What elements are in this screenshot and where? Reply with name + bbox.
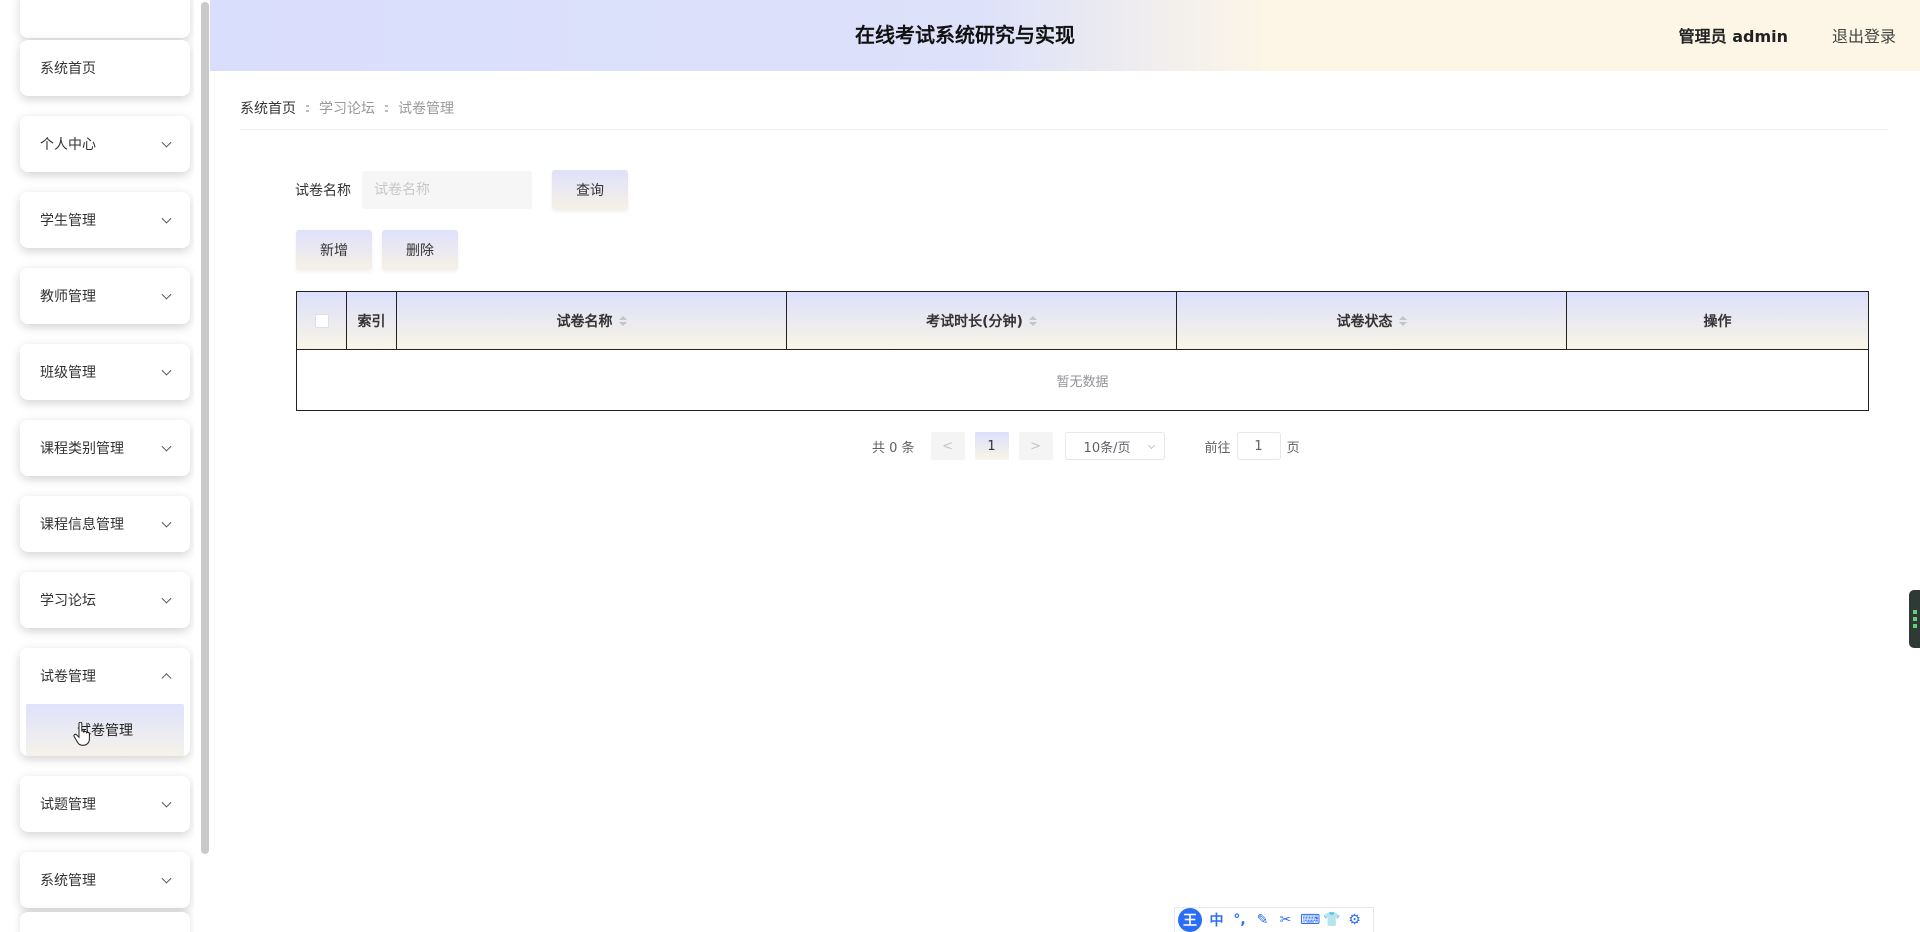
goto-suffix: 页 xyxy=(1286,440,1300,456)
sidebar-menu: 系统首页 个人中心 学生管理 教师管理 班级管理 课程类别管理 课程信息管理 学… xyxy=(0,0,194,932)
column-header-label: 考试时长(分钟) xyxy=(926,313,1023,330)
search-button[interactable]: 查询 xyxy=(552,170,628,210)
pen-icon[interactable]: ✎ xyxy=(1254,912,1271,928)
sort-icon[interactable] xyxy=(618,315,627,326)
select-all-checkbox[interactable] xyxy=(314,313,329,328)
page-size-value: 10条/页 xyxy=(1083,440,1131,456)
chevron-down-icon xyxy=(161,213,172,224)
column-header-status[interactable]: 试卷状态 xyxy=(1177,292,1567,349)
logout-link[interactable]: 退出登录 xyxy=(1832,0,1896,71)
sort-icon[interactable] xyxy=(1398,315,1407,326)
papers-table: 索引 试卷名称 考试时长(分钟) 试卷状态 操作 暂无数据 xyxy=(296,291,1869,411)
chevron-up-icon xyxy=(161,673,172,684)
current-user: 管理员 admin xyxy=(1678,27,1788,46)
select-all-header xyxy=(297,292,347,349)
keyboard-icon[interactable]: ⌨ xyxy=(1300,912,1320,928)
chevron-down-icon xyxy=(161,593,172,604)
chevron-down-icon xyxy=(161,365,172,376)
hand-cursor-icon xyxy=(73,722,90,746)
ime-mode-toggle[interactable]: 中 xyxy=(1208,910,1225,930)
sidebar-item-teachers[interactable]: 教师管理 xyxy=(20,268,190,324)
sidebar-item-label: 课程类别管理 xyxy=(40,441,124,457)
sidebar-item-system[interactable]: 系统管理 xyxy=(20,852,190,908)
sidebar-item-label: 学习论坛 xyxy=(40,593,96,609)
sidebar-item-forum[interactable]: 学习论坛 xyxy=(20,572,190,628)
gear-icon[interactable]: ⚙ xyxy=(1346,912,1363,928)
sidebar-item-label: 教师管理 xyxy=(40,289,96,305)
prev-page-button[interactable]: < xyxy=(930,432,965,460)
breadcrumb-forum[interactable]: 学习论坛 xyxy=(319,98,375,118)
sidebar-item-label: 系统首页 xyxy=(40,61,96,77)
next-page-button[interactable]: > xyxy=(1018,432,1053,460)
empty-text: 暂无数据 xyxy=(1056,374,1109,390)
table-empty-state: 暂无数据 xyxy=(297,350,1868,410)
sidebar-item-course-info[interactable]: 课程信息管理 xyxy=(20,496,190,552)
add-button[interactable]: 新增 xyxy=(296,230,372,270)
column-header-actions: 操作 xyxy=(1567,292,1868,349)
sidebar-item-label: 学生管理 xyxy=(40,213,96,229)
sidebar-item-label: 试卷管理 xyxy=(40,669,96,685)
shirt-icon[interactable]: 👕 xyxy=(1323,912,1340,928)
pagination-total: 共 0 条 xyxy=(872,440,915,456)
column-header-paper-name[interactable]: 试卷名称 xyxy=(397,292,787,349)
goto-page-input[interactable] xyxy=(1236,432,1281,460)
sidebar-item-label: 个人中心 xyxy=(40,137,96,153)
table-header: 索引 试卷名称 考试时长(分钟) 试卷状态 操作 xyxy=(297,292,1868,350)
chevron-down-icon xyxy=(1147,441,1155,450)
column-header-index: 索引 xyxy=(347,292,397,349)
scissors-icon[interactable]: ✂ xyxy=(1277,912,1294,928)
punctuation-icon[interactable]: °, xyxy=(1231,912,1248,928)
sidebar-item-papers[interactable]: 试卷管理 试卷管理 xyxy=(20,648,190,756)
ime-toolbar: 王 中 °, ✎ ✂ ⌨ 👕 ⚙ xyxy=(1174,907,1374,932)
sidebar-item-questions[interactable]: 试题管理 xyxy=(20,776,190,832)
breadcrumb-divider xyxy=(240,129,1888,130)
sidebar-scrollbar[interactable] xyxy=(201,2,209,854)
chevron-down-icon xyxy=(161,137,172,148)
breadcrumb-home[interactable]: 系统首页 xyxy=(240,98,296,118)
breadcrumb-separator-icon xyxy=(306,104,309,112)
header: 在线考试系统研究与实现 管理员 admin 退出登录 xyxy=(210,0,1920,71)
chevron-down-icon xyxy=(161,441,172,452)
sidebar-item-label: 系统管理 xyxy=(40,873,96,889)
chevron-down-icon xyxy=(161,517,172,528)
sidebar-item-classes[interactable]: 班级管理 xyxy=(20,344,190,400)
column-header-duration[interactable]: 考试时长(分钟) xyxy=(787,292,1177,349)
sidebar-item-label: 课程信息管理 xyxy=(40,517,124,533)
page-title: 在线考试系统研究与实现 xyxy=(855,23,1075,47)
sidebar-item-students[interactable]: 学生管理 xyxy=(20,192,190,248)
sidebar-item-home[interactable]: 系统首页 xyxy=(20,40,190,96)
sidebar-item-label: 班级管理 xyxy=(40,365,96,381)
sidebar-item-personal-center[interactable]: 个人中心 xyxy=(20,116,190,172)
ime-logo-icon[interactable]: 王 xyxy=(1178,908,1202,932)
search-label: 试卷名称 xyxy=(295,183,351,199)
goto-label: 前往 xyxy=(1204,440,1231,456)
sidebar: 系统首页 个人中心 学生管理 教师管理 班级管理 课程类别管理 课程信息管理 学… xyxy=(0,0,210,932)
pagination: 共 0 条 < 1 > 10条/页 前往 页 xyxy=(872,432,1300,460)
breadcrumb-separator-icon xyxy=(385,104,388,112)
sort-icon[interactable] xyxy=(1028,315,1037,326)
column-header-label: 索引 xyxy=(357,313,386,330)
chevron-down-icon xyxy=(161,873,172,884)
sidebar-subitem-papers[interactable]: 试卷管理 xyxy=(26,704,184,756)
delete-button[interactable]: 删除 xyxy=(382,230,458,270)
side-widget-tab[interactable] xyxy=(1909,590,1920,648)
sidebar-item-label: 试题管理 xyxy=(40,797,96,813)
column-header-label: 试卷状态 xyxy=(1336,313,1393,330)
chevron-down-icon xyxy=(161,289,172,300)
sidebar-item-course-categories[interactable]: 课程类别管理 xyxy=(20,420,190,476)
page-number-button[interactable]: 1 xyxy=(974,432,1009,460)
column-header-label: 试卷名称 xyxy=(556,313,613,330)
sidebar-top-card xyxy=(20,0,190,38)
paper-name-search-input[interactable] xyxy=(362,171,532,209)
sidebar-bottom-card xyxy=(20,912,190,932)
breadcrumb-current: 试卷管理 xyxy=(398,101,454,117)
chevron-down-icon xyxy=(161,797,172,808)
breadcrumb: 系统首页 学习论坛 试卷管理 xyxy=(240,96,454,120)
page-size-select[interactable]: 10条/页 xyxy=(1064,432,1165,460)
column-header-label: 操作 xyxy=(1703,313,1732,330)
